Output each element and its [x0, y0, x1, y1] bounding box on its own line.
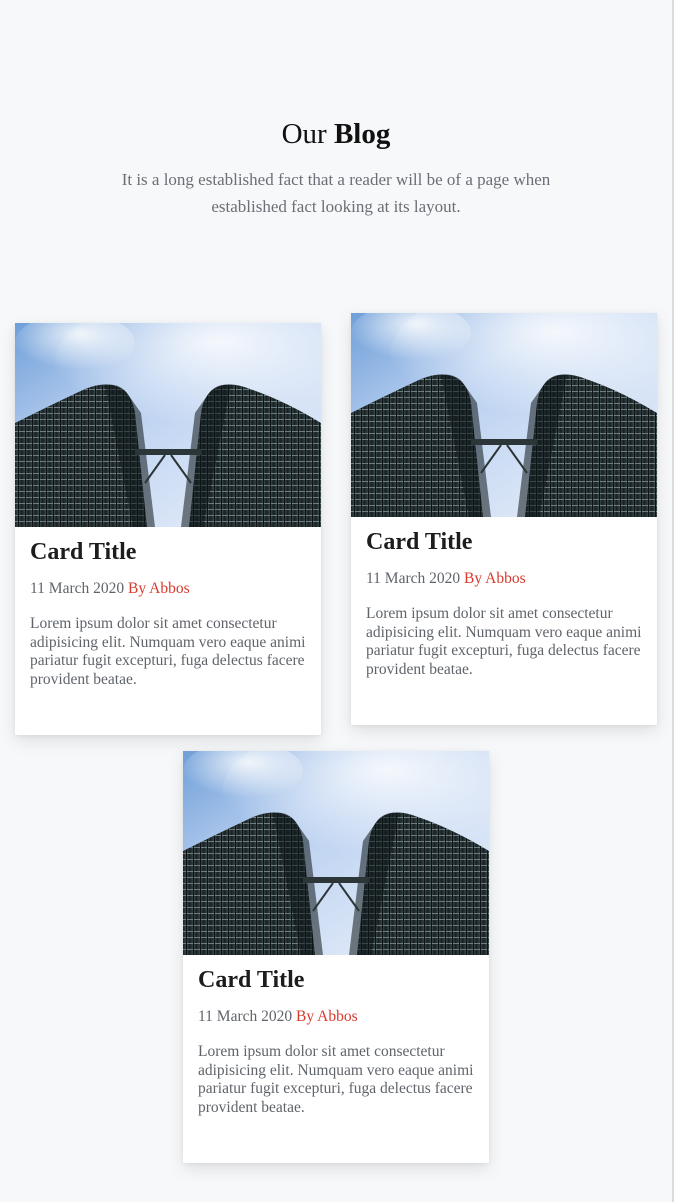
card-image	[15, 323, 321, 527]
page-subtitle: It is a long established fact that a rea…	[121, 170, 551, 216]
card-date: 11 March 2020	[198, 1008, 293, 1025]
card-meta: 11 March 2020 By Abbos	[366, 569, 642, 589]
card-author-link[interactable]: By Abbos	[128, 580, 190, 597]
card-body: Card Title 11 March 2020 By Abbos Lorem …	[183, 955, 489, 1163]
card-author-link[interactable]: By Abbos	[296, 1008, 358, 1025]
card-body: Card Title 11 March 2020 By Abbos Lorem …	[15, 527, 321, 735]
title-strong: Blog	[333, 118, 391, 150]
card-title[interactable]: Card Title	[366, 527, 642, 557]
card-excerpt: Lorem ipsum dolor sit amet consectetur a…	[366, 605, 642, 678]
card-image	[183, 751, 489, 955]
card-title[interactable]: Card Title	[30, 537, 306, 567]
card-meta: 11 March 2020 By Abbos	[198, 1007, 474, 1027]
card-image	[351, 313, 657, 517]
card-body: Card Title 11 March 2020 By Abbos Lorem …	[351, 517, 657, 725]
card-author-link[interactable]: By Abbos	[464, 570, 526, 587]
blog-card[interactable]: Card Title 11 March 2020 By Abbos Lorem …	[183, 751, 489, 1163]
card-date: 11 March 2020	[366, 570, 461, 587]
blog-card[interactable]: Card Title 11 March 2020 By Abbos Lorem …	[15, 323, 321, 735]
card-title[interactable]: Card Title	[198, 965, 474, 995]
title-prefix: Our	[281, 118, 327, 150]
card-meta: 11 March 2020 By Abbos	[30, 579, 306, 599]
blog-card[interactable]: Card Title 11 March 2020 By Abbos Lorem …	[351, 313, 657, 725]
card-excerpt: Lorem ipsum dolor sit amet consectetur a…	[30, 615, 306, 688]
page-title: Our Blog	[0, 112, 672, 156]
card-date: 11 March 2020	[30, 580, 125, 597]
blog-header: Our Blog It is a long established fact t…	[0, 112, 672, 220]
card-excerpt: Lorem ipsum dolor sit amet consectetur a…	[198, 1043, 474, 1116]
